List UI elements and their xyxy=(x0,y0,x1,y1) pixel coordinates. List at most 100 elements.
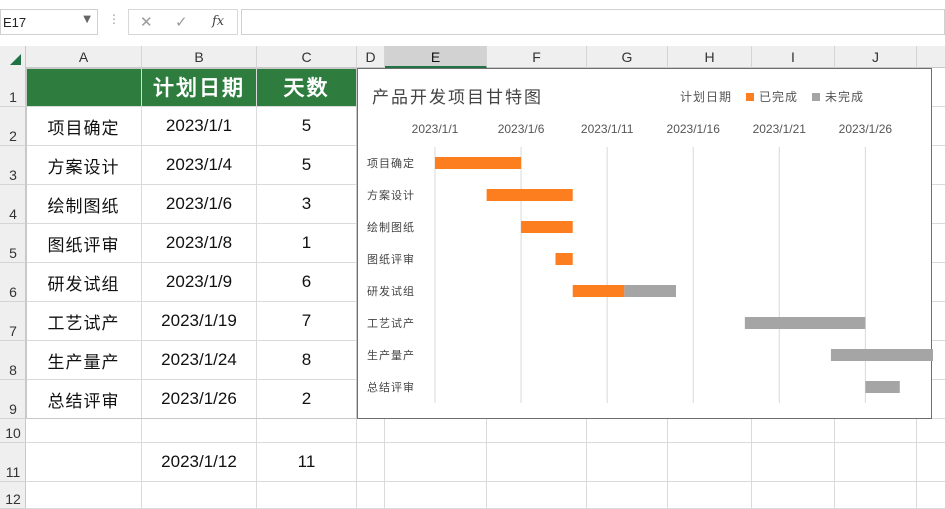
days-cell[interactable]: 1 xyxy=(257,224,356,262)
column-header-a[interactable]: A xyxy=(26,46,142,68)
column-header-f[interactable]: F xyxy=(487,46,587,68)
name-box[interactable]: E17 ▼ xyxy=(0,9,98,35)
gantt-bar xyxy=(865,381,900,393)
more-icon: ⋮ xyxy=(108,12,120,26)
start-date-cell[interactable]: 2023/1/4 xyxy=(142,146,256,184)
legend-item[interactable]: 计划日期 xyxy=(680,88,732,105)
cancel-icon[interactable]: ✕ xyxy=(140,13,153,31)
category-label: 总结评审 xyxy=(367,380,415,394)
x-tick-label: 2023/1/21 xyxy=(753,122,807,136)
legend-label: 计划日期 xyxy=(680,90,733,104)
column-header-d[interactable]: D xyxy=(357,46,385,68)
x-tick-label: 2023/1/26 xyxy=(839,122,893,136)
select-all-button[interactable] xyxy=(0,46,26,68)
task-name-cell[interactable]: 工艺试产 xyxy=(26,302,141,340)
category-label: 研发试组 xyxy=(367,284,415,298)
insert-function-button[interactable]: fx xyxy=(212,14,224,29)
column-header-e[interactable]: E xyxy=(385,46,487,68)
row-header-9[interactable]: 9 xyxy=(0,380,26,419)
x-tick-label: 2023/1/11 xyxy=(581,122,634,136)
days-cell[interactable]: 6 xyxy=(257,263,356,301)
chart-legend: 计划日期 已完成 未完成 xyxy=(680,88,878,105)
legend-label: 未完成 xyxy=(825,90,865,104)
row-header-bar: 1 2 3 4 5 6 7 8 9 10 11 12 xyxy=(0,68,26,509)
start-date-cell[interactable]: 2023/1/6 xyxy=(142,185,256,223)
column-header-c[interactable]: C xyxy=(257,46,357,68)
row-header-12[interactable]: 12 xyxy=(0,482,26,509)
column-header-bar: ABCDEFGHIJ xyxy=(0,46,945,68)
start-date-cell[interactable]: 2023/1/26 xyxy=(142,380,256,418)
column-header-h[interactable]: H xyxy=(668,46,752,68)
elapsed-days-cell[interactable]: 11 xyxy=(257,443,356,481)
row-header-3[interactable]: 3 xyxy=(0,146,26,185)
task-name-cell[interactable]: 生产量产 xyxy=(26,341,141,379)
select-all-triangle-icon xyxy=(10,54,21,65)
gantt-chart[interactable]: 2023/1/1 2023/1/6 2023/1/11 2023/1/16 2023/1… xyxy=(357,68,933,419)
row-header-11[interactable]: 11 xyxy=(0,443,26,482)
legend-label: 已完成 xyxy=(759,90,799,104)
category-label: 绘制图纸 xyxy=(367,220,415,234)
gantt-bar xyxy=(744,317,866,329)
column-header-b[interactable]: B xyxy=(142,46,257,68)
days-cell[interactable]: 5 xyxy=(257,107,356,145)
legend-item[interactable]: 未完成 xyxy=(812,88,864,105)
start-date-cell[interactable]: 2023/1/9 xyxy=(142,263,256,301)
legend-item[interactable]: 已完成 xyxy=(746,88,798,105)
row-header-1[interactable]: 1 xyxy=(0,68,26,107)
days-cell[interactable]: 8 xyxy=(257,341,356,379)
category-label: 图纸评审 xyxy=(367,252,415,266)
legend-swatch xyxy=(812,92,821,101)
header-cell[interactable] xyxy=(26,68,141,106)
column-header-j[interactable]: J xyxy=(835,46,917,68)
task-name-cell[interactable]: 总结评审 xyxy=(26,380,141,418)
task-name-cell[interactable]: 绘制图纸 xyxy=(26,185,141,223)
days-cell[interactable]: 3 xyxy=(257,185,356,223)
gantt-bar xyxy=(555,253,573,265)
row-header-6[interactable]: 6 xyxy=(0,263,26,302)
task-name-cell[interactable]: 项目确定 xyxy=(26,107,141,145)
start-date-cell[interactable]: 2023/1/8 xyxy=(142,224,256,262)
gantt-bar xyxy=(624,285,676,297)
category-label: 方案设计 xyxy=(367,188,415,202)
formula-input[interactable] xyxy=(241,9,945,35)
days-cell[interactable]: 7 xyxy=(257,302,356,340)
gantt-bar xyxy=(572,285,625,297)
start-date-cell[interactable]: 2023/1/24 xyxy=(142,341,256,379)
chart-title: 产品开发项目甘特图 xyxy=(372,88,543,108)
chart-plot: 2023/1/1 2023/1/6 2023/1/11 2023/1/16 2023/1… xyxy=(367,122,933,403)
start-date-cell[interactable]: 2023/1/19 xyxy=(142,302,256,340)
task-name-cell[interactable]: 方案设计 xyxy=(26,146,141,184)
legend-swatch xyxy=(746,92,755,101)
row-header-2[interactable]: 2 xyxy=(0,107,26,146)
days-cell[interactable]: 5 xyxy=(257,146,356,184)
gantt-bar xyxy=(435,157,522,169)
header-cell[interactable]: 天数 xyxy=(257,68,356,106)
x-tick-label: 2023/1/6 xyxy=(498,122,545,136)
today-date-cell[interactable]: 2023/1/12 xyxy=(142,443,256,481)
gantt-bar xyxy=(830,349,933,361)
task-name-cell[interactable]: 研发试组 xyxy=(26,263,141,301)
days-cell[interactable]: 2 xyxy=(257,380,356,418)
gridline-horizontal xyxy=(26,442,945,443)
column-header-i[interactable]: I xyxy=(752,46,835,68)
row-header-4[interactable]: 4 xyxy=(0,185,26,224)
task-name-cell[interactable]: 图纸评审 xyxy=(26,224,141,262)
row-header-8[interactable]: 8 xyxy=(0,341,26,380)
category-label: 工艺试产 xyxy=(367,316,415,330)
gantt-bar xyxy=(486,189,573,201)
gridline-horizontal xyxy=(26,481,945,482)
gantt-bar xyxy=(521,221,573,233)
category-label: 项目确定 xyxy=(367,156,415,170)
row-header-5[interactable]: 5 xyxy=(0,224,26,263)
row-header-10[interactable]: 10 xyxy=(0,419,26,443)
start-date-cell[interactable]: 2023/1/1 xyxy=(142,107,256,145)
check-icon[interactable]: ✓ xyxy=(175,13,188,31)
column-header-g[interactable]: G xyxy=(587,46,668,68)
chevron-down-icon[interactable]: ▼ xyxy=(83,14,91,25)
category-label: 生产量产 xyxy=(367,348,415,362)
row-header-7[interactable]: 7 xyxy=(0,302,26,341)
header-cell[interactable]: 计划日期 xyxy=(142,68,256,106)
x-tick-label: 2023/1/16 xyxy=(667,122,721,136)
name-box-value: E17 xyxy=(3,15,27,30)
formula-buttons: ✕ ✓ fx xyxy=(128,9,238,35)
